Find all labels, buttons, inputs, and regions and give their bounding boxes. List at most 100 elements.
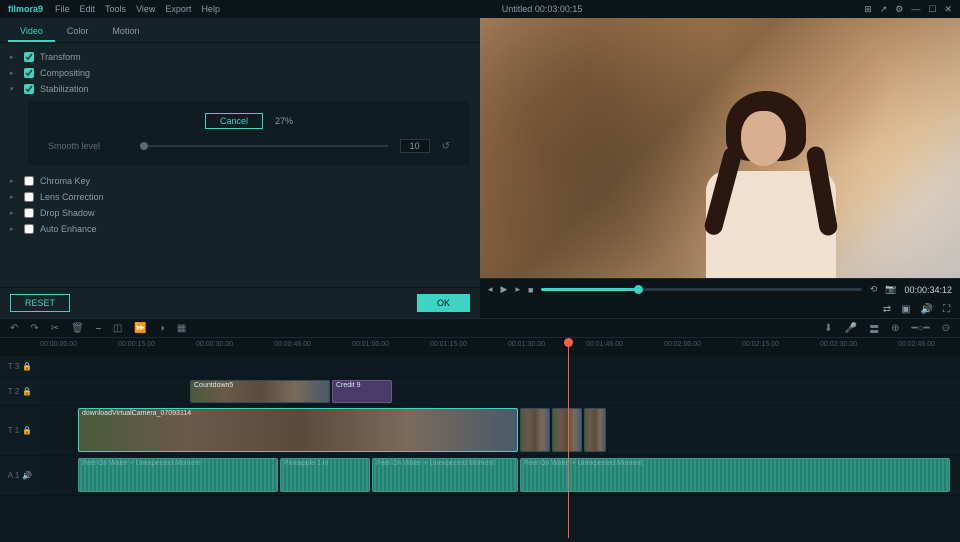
clip-credit[interactable]: Credit 9 [332, 380, 392, 403]
next-frame-icon[interactable]: ▸ [515, 284, 520, 295]
clip-video-3[interactable] [552, 408, 582, 452]
color-icon[interactable]: ◑ [159, 323, 165, 334]
clip-audio-3[interactable]: Feet On Water + Unexpected Moment [372, 458, 518, 492]
tab-color[interactable]: Color [55, 22, 101, 42]
track-head-t1[interactable]: T 1🔒 [0, 406, 40, 455]
prop-auto-enhance[interactable]: ▸Auto Enhance [10, 221, 470, 237]
tab-video[interactable]: Video [8, 22, 55, 42]
settings-icon[interactable]: ⚙ [895, 4, 903, 15]
clip-countdown[interactable]: Countdown5 [190, 380, 330, 403]
prop-lens-correction[interactable]: ▸Lens Correction [10, 189, 470, 205]
prop-drop-shadow[interactable]: ▸Drop Shadow [10, 205, 470, 221]
track-body[interactable]: Feet On Water + Unexpected Moment Pineap… [40, 456, 960, 495]
close-icon[interactable]: ✕ [944, 4, 952, 15]
prop-stabilization[interactable]: ▾Stabilization [10, 81, 470, 97]
delete-icon[interactable]: 🗑 [71, 323, 84, 334]
lock-icon[interactable]: 🔒 [22, 362, 32, 371]
maximize-icon[interactable]: ☐ [928, 4, 936, 15]
clip-main-video[interactable]: downloadVirtualCamera_07093114 [78, 408, 518, 452]
chroma-checkbox[interactable] [24, 176, 34, 186]
redo-icon[interactable]: ↷ [30, 323, 38, 334]
menu-edit[interactable]: Edit [80, 4, 96, 14]
zoom-slider[interactable]: ━○━ [912, 323, 930, 334]
transform-checkbox[interactable] [24, 52, 34, 62]
progress-knob[interactable] [634, 285, 643, 294]
track-label: A 1 [8, 471, 20, 480]
crop-icon[interactable]: ▣ [901, 304, 910, 315]
ruler-tick: 00:00:30.00 [196, 341, 233, 348]
menu-view[interactable]: View [136, 4, 155, 14]
slider-knob[interactable] [140, 142, 148, 150]
panel-footer: RESET OK [0, 287, 480, 318]
fullscreen-icon[interactable]: ⛶ [943, 304, 950, 315]
track-head-t2[interactable]: T 2🔒 [0, 378, 40, 405]
speed-icon[interactable]: ⏩ [134, 323, 146, 334]
enhance-label: Auto Enhance [40, 224, 97, 234]
track-head-a1[interactable]: A 1🔊 [0, 456, 40, 495]
menu-tools[interactable]: Tools [105, 4, 126, 14]
stop-icon[interactable]: ■ [528, 285, 533, 295]
menu-export[interactable]: Export [165, 4, 191, 14]
track-body[interactable]: Countdown5 Credit 9 [40, 378, 960, 405]
layout-icon[interactable]: ⊞ [864, 4, 872, 15]
mute-icon[interactable]: 🔊 [22, 471, 32, 480]
lock-icon[interactable]: 🔒 [22, 426, 32, 435]
prop-transform[interactable]: ▸Transform [10, 49, 470, 65]
lens-checkbox[interactable] [24, 192, 34, 202]
green-screen-icon[interactable]: ▦ [177, 323, 186, 334]
progress-percent: 27% [275, 116, 293, 126]
enhance-checkbox[interactable] [24, 224, 34, 234]
stabilization-panel: Cancel 27% Smooth level 10 ↺ [28, 101, 470, 165]
clip-audio-2[interactable]: Pineapple 1 in [280, 458, 370, 492]
reset-button[interactable]: RESET [10, 294, 70, 312]
volume-icon[interactable]: 🔊 [921, 304, 933, 315]
prop-compositing[interactable]: ▸Compositing [10, 65, 470, 81]
zoom-in-icon[interactable]: ⊙ [942, 323, 950, 334]
split-icon[interactable]: ⎯ [96, 323, 101, 334]
zoom-fit-icon[interactable]: ⊕ [891, 323, 899, 334]
clip-audio-4[interactable]: Feet On Water + Unexpected Moment [520, 458, 950, 492]
compositing-checkbox[interactable] [24, 68, 34, 78]
undo-icon[interactable]: ↶ [10, 323, 18, 334]
quality-icon[interactable]: ⇄ [883, 304, 891, 315]
cut-icon[interactable]: ✂ [51, 323, 59, 334]
marker-icon[interactable]: ⬇ [824, 323, 832, 334]
track-t1: T 1🔒 downloadVirtualCamera_07093114 [0, 406, 960, 456]
crop-tool-icon[interactable]: ◫ [113, 323, 122, 334]
menu-help[interactable]: Help [201, 4, 220, 14]
track-body[interactable]: downloadVirtualCamera_07093114 [40, 406, 960, 455]
play-icon[interactable]: ▶ [501, 284, 508, 295]
mixer-icon[interactable]: 〓 [869, 321, 879, 336]
ok-button[interactable]: OK [417, 294, 470, 312]
lock-icon[interactable]: 🔒 [22, 387, 32, 396]
tab-motion[interactable]: Motion [100, 22, 151, 42]
minimize-icon[interactable]: — [911, 4, 920, 14]
ruler-tick: 00:02:45.00 [898, 341, 935, 348]
prev-frame-icon[interactable]: ◂ [488, 284, 493, 295]
export-icon[interactable]: ↗ [880, 4, 888, 15]
cancel-button[interactable]: Cancel [205, 113, 263, 129]
track-label: T 1 [8, 426, 19, 435]
stabilization-checkbox[interactable] [24, 84, 34, 94]
preview-panel: ◂ ▶ ▸ ■ ⟲ 📷 00:00:34:12 ⇄ ▣ 🔊 ⛶ [480, 18, 960, 318]
clip-video-2[interactable] [520, 408, 550, 452]
video-preview[interactable] [480, 18, 960, 278]
time-ruler[interactable]: 00:00:00.00 00:00:15.00 00:00:30.00 00:0… [0, 338, 960, 356]
shadow-checkbox[interactable] [24, 208, 34, 218]
clip-audio-1[interactable]: Feet On Water + Unexpected Moment [78, 458, 278, 492]
clip-video-4[interactable] [584, 408, 606, 452]
loop-icon[interactable]: ⟲ [870, 284, 878, 295]
track-body[interactable] [40, 356, 960, 377]
smooth-slider[interactable] [140, 145, 388, 147]
playhead[interactable] [568, 338, 569, 538]
track-head-t3[interactable]: T 3🔒 [0, 356, 40, 377]
smooth-value-input[interactable]: 10 [400, 139, 430, 153]
prop-chroma-key[interactable]: ▸Chroma Key [10, 173, 470, 189]
camera-icon[interactable]: 📷 [885, 284, 896, 295]
record-icon[interactable]: 🎤 [845, 323, 857, 334]
chevron-down-icon: ▾ [10, 85, 18, 93]
reset-smooth-icon[interactable]: ↺ [442, 141, 450, 152]
ruler-tick: 00:00:15.00 [118, 341, 155, 348]
menu-file[interactable]: File [55, 4, 70, 14]
progress-bar[interactable] [541, 288, 861, 291]
